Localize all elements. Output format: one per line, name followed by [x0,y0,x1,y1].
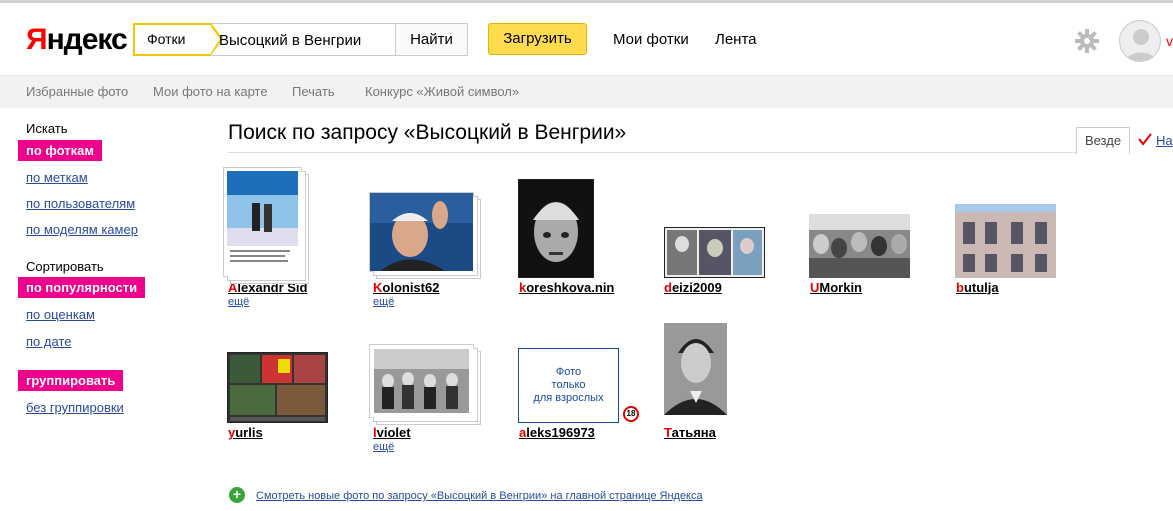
sort-by-date[interactable]: по дате [26,334,71,349]
photo-thumbnail[interactable] [955,204,1056,278]
more-link[interactable]: ещё [373,296,394,308]
sort-heading: Сортировать [26,259,104,274]
title-divider [228,152,1077,153]
author-link[interactable]: aleks196973 [519,425,595,440]
scope-tab-other[interactable]: На [1156,133,1173,148]
author-link[interactable]: butulja [956,280,999,295]
search-box: Фотки Найти [133,23,468,56]
photo-thumbnail[interactable] [518,179,594,278]
portrait-image [519,180,593,277]
user-avatar-icon [1125,29,1157,61]
subnav-contest[interactable]: Конкурс «Живой символ» [365,84,519,99]
yandex-logo[interactable]: Яндекс [26,23,128,57]
checkmark-icon [1138,133,1152,146]
scope-tab-everywhere[interactable]: Везде [1076,127,1130,154]
user-name[interactable]: v [1166,33,1173,49]
header: Яндекс Фотки Найти Загрузить Мои фотки Л… [0,3,1173,75]
group-photo-image [370,345,473,417]
crowd-image [809,214,910,278]
gear-icon[interactable] [1075,29,1099,53]
more-link[interactable]: ещё [228,296,249,308]
collage-image [665,228,764,277]
filter-by-tags[interactable]: по меткам [26,170,88,185]
photo-thumbnail[interactable] [223,167,309,284]
find-button[interactable]: Найти [395,24,467,55]
photo-thumbnail[interactable] [664,323,727,415]
filter-by-photos[interactable]: по фоткам [18,140,102,161]
upload-button[interactable]: Загрузить [488,23,587,55]
my-photos-link[interactable]: Мои фотки [613,31,689,48]
feed-link[interactable]: Лента [715,31,757,48]
building-image [955,204,1056,278]
group-toggle[interactable]: группировать [18,370,124,391]
poster-image [224,168,301,276]
author-link[interactable]: yurlis [228,425,263,440]
sort-by-rating[interactable]: по оценкам [26,307,95,322]
subnav-favorites[interactable]: Избранные фото [26,84,128,99]
filter-by-camera[interactable]: по моделям камер [26,222,138,237]
author-link[interactable]: lviolet [373,425,411,440]
page-title: Поиск по запросу «Высоцкий в Венгрии» [228,121,627,144]
photo-thumbnail[interactable] [369,192,481,279]
sub-navigation: Избранные фото Мои фото на карте Печать … [0,75,1173,108]
subnav-print[interactable]: Печать [292,84,335,99]
collage-image [228,353,327,422]
adult-content-placeholder[interactable]: Фото только для взрослых [518,348,619,423]
author-link[interactable]: UMorkin [810,280,862,295]
author-link[interactable]: Kolonist62 [373,280,439,295]
portrait-image [664,323,727,415]
photo-thumbnail[interactable] [809,214,910,278]
avatar[interactable] [1119,20,1161,62]
search-heading: Искать [26,121,68,136]
more-link[interactable]: ещё [373,441,394,453]
adult-text-line: Фото [555,366,582,378]
search-input[interactable] [219,28,394,52]
author-link[interactable]: koreshkova.nin [519,280,614,295]
no-grouping-link[interactable]: без группировки [26,400,124,415]
photo-thumbnail[interactable] [369,344,481,425]
author-link[interactable]: Татьяна [664,425,716,440]
age-restriction-badge: 18 [623,406,639,422]
photo-thumbnail[interactable] [664,227,765,278]
plus-icon[interactable]: + [229,487,245,503]
portrait-image [370,193,473,271]
photo-thumbnail[interactable] [227,352,328,423]
sort-by-popularity[interactable]: по популярности [18,277,146,298]
service-tab-photos[interactable]: Фотки [133,23,223,56]
see-new-photos-link[interactable]: Смотреть новые фото по запросу «Высоцкий… [256,490,703,502]
subnav-map[interactable]: Мои фото на карте [153,84,268,99]
author-link[interactable]: deizi2009 [664,280,722,295]
adult-text-line: только [551,379,586,391]
adult-text-line: для взрослых [533,392,604,404]
filter-by-users[interactable]: по пользователям [26,196,135,211]
